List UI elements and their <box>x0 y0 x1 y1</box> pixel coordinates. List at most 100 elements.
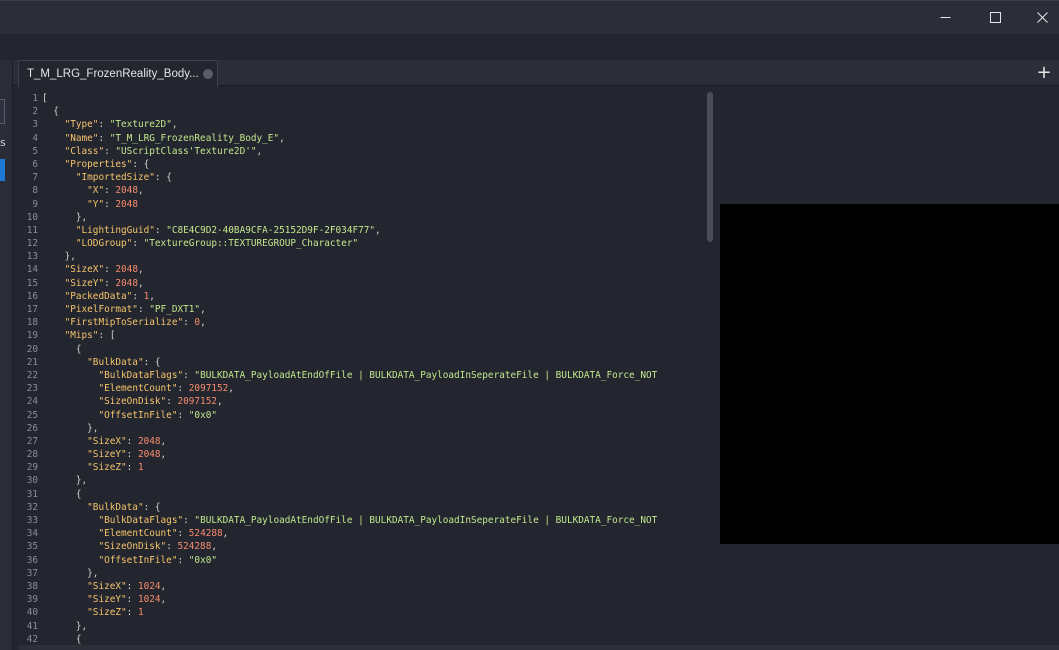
json-punctuation: , <box>149 290 155 302</box>
json-string: "PF_DXT1" <box>149 304 201 315</box>
json-punctuation: : <box>132 238 144 250</box>
line-number: 12 <box>26 238 38 250</box>
code-line: }, <box>42 567 719 580</box>
json-string: "BULKDATA_PayloadAtEndOfFile | BULKDATA_… <box>194 369 658 381</box>
json-punctuation: : <box>126 607 138 619</box>
json-number: 2097152 <box>188 383 229 395</box>
json-punctuation: , <box>279 132 285 144</box>
code-line: { <box>42 343 719 356</box>
line-number: 19 <box>26 330 38 342</box>
json-punctuation <box>42 607 87 618</box>
json-string: "T_M_LRG_FrozenReality_Body_E" <box>109 132 280 144</box>
json-punctuation: [ <box>42 93 48 104</box>
line-number: 4 <box>32 132 38 144</box>
code-line: "BulkDataFlags": "BULKDATA_PayloadAtEndO… <box>42 369 719 382</box>
line-number: 37 <box>26 567 38 579</box>
tab-close-icon[interactable] <box>203 69 213 79</box>
json-key: "Type" <box>64 119 99 131</box>
json-number: 1024 <box>137 594 161 606</box>
json-punctuation: , <box>200 304 206 315</box>
json-punctuation: : <box>104 277 116 289</box>
json-punctuation: }, <box>42 567 99 579</box>
line-number: 23 <box>26 383 38 395</box>
json-punctuation: : [ <box>98 330 116 342</box>
json-punctuation: : <box>183 369 195 381</box>
json-punctuation <box>42 264 65 275</box>
title-bar-border <box>0 0 1059 1</box>
code-line: }, <box>42 211 719 224</box>
line-number: 13 <box>26 251 38 263</box>
json-punctuation: , <box>375 224 381 236</box>
json-key: "OffsetInFile" <box>98 554 178 566</box>
line-number: 17 <box>26 304 38 315</box>
json-string: "TextureGroup::TEXTUREGROUP_Character" <box>143 238 359 250</box>
json-key: "SizeY" <box>87 594 127 606</box>
json-punctuation <box>42 462 87 473</box>
code-line: "SizeZ": 1 <box>42 606 719 619</box>
line-number: 21 <box>26 356 38 368</box>
json-key: "SizeOnDisk" <box>98 541 167 553</box>
line-number: 26 <box>26 422 38 434</box>
json-punctuation: : <box>177 554 189 566</box>
json-string: "UScriptClass'Texture2D'" <box>115 145 257 157</box>
maximize-button[interactable] <box>972 0 1018 34</box>
json-number: 2048 <box>137 449 161 461</box>
json-code-editor[interactable]: 1 2 3 4 5 6 7 8 9 10 11 12 13 14 15 16 17 18 19 20 21 22 23 24 2… <box>19 88 719 645</box>
code-line: "SizeX": 2048, <box>42 435 719 448</box>
line-number: 22 <box>26 369 38 381</box>
json-punctuation <box>42 383 98 394</box>
line-number: 14 <box>26 264 38 276</box>
code-line: "BulkData": { <box>42 501 719 514</box>
json-punctuation <box>42 278 65 289</box>
json-punctuation: }, <box>42 251 76 263</box>
code-line: }, <box>42 422 719 435</box>
code-line: "SizeY": 2048, <box>42 448 719 461</box>
code-line: "Properties": { <box>42 158 719 171</box>
tab-json-file[interactable]: T_M_LRG_FrozenReality_Body... <box>18 60 218 87</box>
json-key: "Y" <box>87 198 105 210</box>
code-line: "Class": "UScriptClass'Texture2D'", <box>42 145 719 158</box>
json-punctuation <box>42 357 87 368</box>
line-number: 30 <box>26 475 38 487</box>
json-punctuation: : { <box>143 356 161 368</box>
editor-horizontal-scrollbar[interactable] <box>19 645 1059 650</box>
editor-vertical-scrollbar[interactable] <box>707 92 713 242</box>
json-punctuation <box>42 370 98 381</box>
json-punctuation: : <box>183 515 195 526</box>
json-punctuation: { <box>42 106 59 118</box>
code-line: "SizeOnDisk": 524288, <box>42 540 719 553</box>
json-key: "BulkDataFlags" <box>98 369 184 381</box>
line-number: 27 <box>26 435 38 447</box>
left-panel-input[interactable] <box>0 99 5 124</box>
code-line: "SizeZ": 1 <box>42 461 719 474</box>
json-punctuation <box>42 172 76 183</box>
json-number: 2048 <box>115 264 138 276</box>
line-number: 3 <box>32 119 38 131</box>
left-panel-label: s <box>0 136 6 149</box>
json-punctuation: : <box>183 317 195 329</box>
line-number: 33 <box>26 515 38 526</box>
add-tab-button[interactable]: + <box>1032 63 1056 83</box>
line-number: 8 <box>32 185 38 197</box>
json-punctuation: : <box>126 462 138 474</box>
json-number: 1024 <box>137 580 161 592</box>
json-punctuation: }, <box>42 211 88 223</box>
line-number: 25 <box>26 409 38 421</box>
close-button[interactable] <box>1019 0 1059 34</box>
json-punctuation: { <box>42 343 82 355</box>
code-content[interactable]: [ { "Type": "Texture2D", "Name": "T_M_LR… <box>42 92 719 645</box>
json-punctuation <box>42 199 87 210</box>
json-punctuation <box>42 185 87 196</box>
code-line: "BulkData": { <box>42 356 719 369</box>
code-line: [ <box>42 92 719 105</box>
code-line: "X": 2048, <box>42 184 719 197</box>
minimize-button[interactable] <box>922 0 968 34</box>
json-punctuation <box>42 515 98 526</box>
json-key: "Properties" <box>64 158 133 170</box>
line-number: 31 <box>26 488 38 500</box>
json-punctuation: : <box>126 594 138 606</box>
left-panel-selected-item[interactable] <box>0 159 5 181</box>
json-key: "OffsetInFile" <box>98 409 178 421</box>
code-line: "SizeOnDisk": 2097152, <box>42 395 719 408</box>
json-punctuation <box>42 225 76 236</box>
